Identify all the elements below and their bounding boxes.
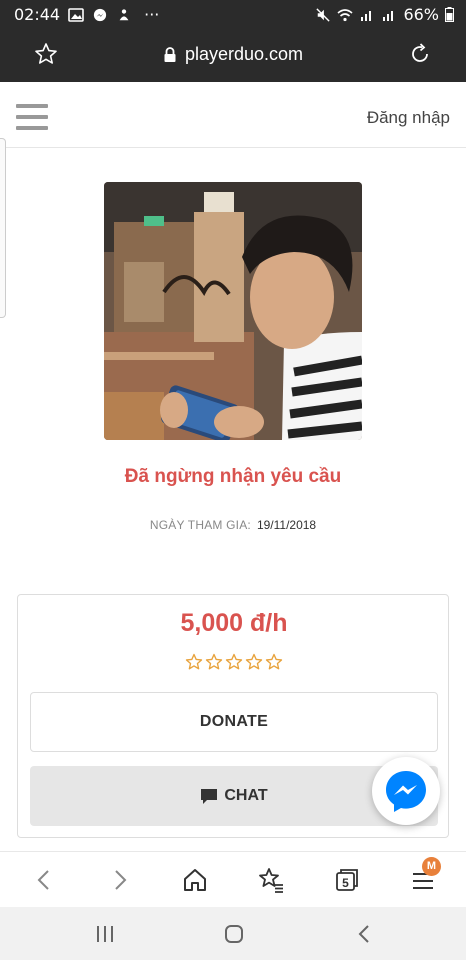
join-date-line: NGÀY THAM GIA: 19/11/2018 bbox=[0, 518, 466, 532]
star-icon bbox=[205, 653, 223, 670]
android-nav-bar bbox=[0, 907, 466, 960]
reload-icon[interactable] bbox=[408, 42, 432, 66]
back-arrow-icon[interactable] bbox=[30, 866, 58, 894]
app-notification-icon bbox=[119, 8, 129, 20]
donate-button[interactable]: DONATE bbox=[30, 692, 438, 752]
url-text: playerduo.com bbox=[184, 44, 304, 64]
site-header: Đăng nhập bbox=[0, 82, 466, 148]
star-icon bbox=[245, 653, 263, 670]
browser-url-bar: playerduo.com bbox=[0, 30, 466, 82]
battery-percent: 66% bbox=[403, 5, 439, 24]
url-field[interactable]: playerduo.com bbox=[0, 44, 466, 65]
messenger-chat-icon[interactable] bbox=[372, 757, 440, 825]
star-icon bbox=[265, 653, 283, 670]
chat-bubble-icon bbox=[201, 789, 218, 804]
messenger-status-icon bbox=[93, 8, 107, 21]
mute-icon bbox=[316, 7, 331, 22]
menu-badge: M bbox=[422, 857, 441, 876]
hamburger-menu-icon[interactable] bbox=[16, 104, 48, 130]
signal-icon bbox=[361, 10, 372, 21]
availability-status: Đã ngừng nhận yêu cầu bbox=[124, 466, 342, 487]
signal-2-icon bbox=[383, 10, 394, 21]
android-home-icon[interactable] bbox=[221, 921, 247, 947]
lock-icon bbox=[164, 46, 176, 62]
recent-apps-icon[interactable] bbox=[92, 921, 118, 947]
wifi-icon bbox=[337, 8, 353, 21]
side-drawer-handle[interactable] bbox=[0, 138, 6, 318]
tabs-icon[interactable]: 5 bbox=[333, 866, 361, 894]
profile-avatar bbox=[104, 182, 362, 440]
android-back-icon[interactable] bbox=[352, 921, 378, 947]
star-icon bbox=[185, 653, 203, 670]
browser-bottom-bar: 5 bbox=[0, 851, 466, 907]
login-link[interactable]: Đăng nhập bbox=[367, 108, 450, 128]
price-per-hour: 5,000 đ/h bbox=[180, 609, 288, 637]
gallery-icon bbox=[68, 7, 84, 22]
status-time: 02:44 bbox=[14, 5, 61, 24]
tabs-count: 5 bbox=[342, 876, 349, 890]
rating-stars bbox=[18, 653, 450, 671]
battery-icon bbox=[445, 7, 454, 22]
status-bar: 02:44 ··· 66% bbox=[0, 0, 466, 30]
join-date-label: NGÀY THAM GIA: bbox=[149, 518, 251, 532]
forward-arrow-icon[interactable] bbox=[106, 866, 134, 894]
home-icon[interactable] bbox=[181, 866, 209, 894]
more-notifications-icon: ··· bbox=[144, 5, 160, 24]
bookmarks-icon[interactable] bbox=[257, 866, 285, 894]
chat-button-label: CHAT bbox=[224, 787, 268, 804]
star-icon bbox=[225, 653, 243, 670]
join-date-value: 19/11/2018 bbox=[256, 518, 317, 532]
